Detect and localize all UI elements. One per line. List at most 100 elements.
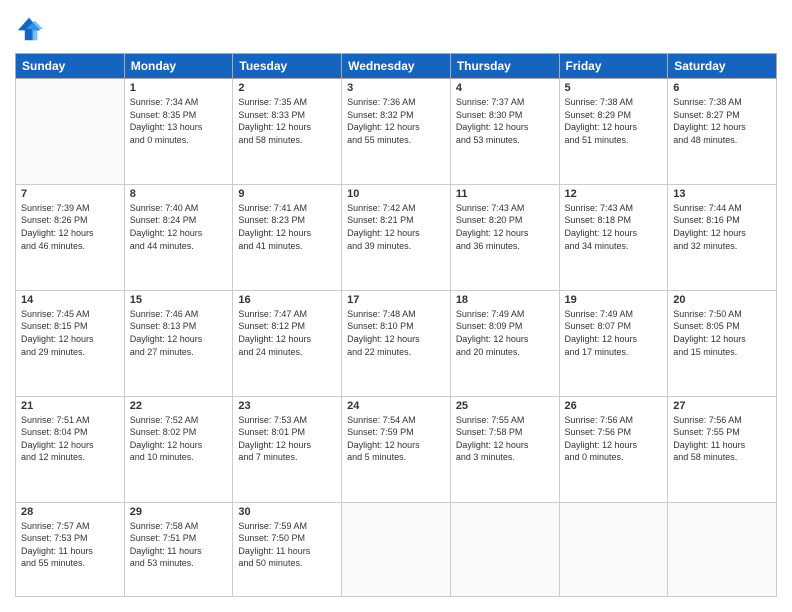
calendar-cell xyxy=(450,502,559,597)
weekday-header-row: SundayMondayTuesdayWednesdayThursdayFrid… xyxy=(16,54,777,79)
day-number: 30 xyxy=(238,506,336,518)
calendar-cell: 14 Sunrise: 7:45 AMSunset: 8:15 PMDayligh… xyxy=(16,290,125,396)
day-info: Sunrise: 7:48 AMSunset: 8:10 PMDaylight:… xyxy=(347,308,445,358)
weekday-header-sunday: Sunday xyxy=(16,54,125,79)
day-info: Sunrise: 7:56 AMSunset: 7:56 PMDaylight:… xyxy=(565,414,663,464)
day-number: 21 xyxy=(21,400,119,412)
calendar-cell: 3 Sunrise: 7:36 AMSunset: 8:32 PMDaylight… xyxy=(342,79,451,185)
day-info: Sunrise: 7:54 AMSunset: 7:59 PMDaylight:… xyxy=(347,414,445,464)
page: SundayMondayTuesdayWednesdayThursdayFrid… xyxy=(0,0,792,612)
weekday-header-friday: Friday xyxy=(559,54,668,79)
calendar-cell: 28 Sunrise: 7:57 AMSunset: 7:53 PMDayligh… xyxy=(16,502,125,597)
day-info: Sunrise: 7:49 AMSunset: 8:07 PMDaylight:… xyxy=(565,308,663,358)
day-number: 2 xyxy=(238,82,336,94)
calendar-cell: 18 Sunrise: 7:49 AMSunset: 8:09 PMDayligh… xyxy=(450,290,559,396)
calendar-cell: 16 Sunrise: 7:47 AMSunset: 8:12 PMDayligh… xyxy=(233,290,342,396)
calendar-cell: 20Sunrise: 7:50 AMSunset: 8:05 PMDayligh… xyxy=(668,290,777,396)
day-number: 18 xyxy=(456,294,554,306)
weekday-header-tuesday: Tuesday xyxy=(233,54,342,79)
calendar-cell: 10 Sunrise: 7:42 AMSunset: 8:21 PMDayligh… xyxy=(342,184,451,290)
day-number: 3 xyxy=(347,82,445,94)
calendar-cell: 13 Sunrise: 7:44 AMSunset: 8:16 PMDayligh… xyxy=(668,184,777,290)
day-number: 10 xyxy=(347,188,445,200)
day-info: Sunrise: 7:34 AMSunset: 8:35 PMDaylight:… xyxy=(130,96,228,146)
calendar-cell xyxy=(16,79,125,185)
day-number: 23 xyxy=(238,400,336,412)
calendar-cell: 27 Sunrise: 7:56 AMSunset: 7:55 PMDayligh… xyxy=(668,396,777,502)
day-number: 25 xyxy=(456,400,554,412)
day-info: Sunrise: 7:36 AMSunset: 8:32 PMDaylight:… xyxy=(347,96,445,146)
day-info: Sunrise: 7:49 AMSunset: 8:09 PMDaylight:… xyxy=(456,308,554,358)
day-number: 19 xyxy=(565,294,663,306)
day-number: 7 xyxy=(21,188,119,200)
day-info: Sunrise: 7:53 AMSunset: 8:01 PMDaylight:… xyxy=(238,414,336,464)
day-info: Sunrise: 7:47 AMSunset: 8:12 PMDaylight:… xyxy=(238,308,336,358)
day-number: 9 xyxy=(238,188,336,200)
calendar-cell: 2 Sunrise: 7:35 AMSunset: 8:33 PMDaylight… xyxy=(233,79,342,185)
calendar-cell: 7Sunrise: 7:39 AMSunset: 8:26 PMDaylight… xyxy=(16,184,125,290)
calendar-cell: 15 Sunrise: 7:46 AMSunset: 8:13 PMDayligh… xyxy=(124,290,233,396)
weekday-header-saturday: Saturday xyxy=(668,54,777,79)
logo-icon xyxy=(15,15,43,43)
calendar-cell: 6Sunrise: 7:38 AMSunset: 8:27 PMDaylight… xyxy=(668,79,777,185)
weekday-header-thursday: Thursday xyxy=(450,54,559,79)
calendar-cell xyxy=(559,502,668,597)
day-info: Sunrise: 7:38 AMSunset: 8:29 PMDaylight:… xyxy=(565,96,663,146)
day-number: 29 xyxy=(130,506,228,518)
day-number: 12 xyxy=(565,188,663,200)
calendar-cell: 24 Sunrise: 7:54 AMSunset: 7:59 PMDayligh… xyxy=(342,396,451,502)
calendar-cell: 5 Sunrise: 7:38 AMSunset: 8:29 PMDaylight… xyxy=(559,79,668,185)
day-info: Sunrise: 7:43 AMSunset: 8:18 PMDaylight:… xyxy=(565,202,663,252)
day-number: 16 xyxy=(238,294,336,306)
calendar-cell: 29 Sunrise: 7:58 AMSunset: 7:51 PMDayligh… xyxy=(124,502,233,597)
calendar-cell: 9 Sunrise: 7:41 AMSunset: 8:23 PMDaylight… xyxy=(233,184,342,290)
day-info: Sunrise: 7:41 AMSunset: 8:23 PMDaylight:… xyxy=(238,202,336,252)
day-number: 11 xyxy=(456,188,554,200)
day-info: Sunrise: 7:37 AMSunset: 8:30 PMDaylight:… xyxy=(456,96,554,146)
day-number: 4 xyxy=(456,82,554,94)
calendar-row-3: 21 Sunrise: 7:51 AMSunset: 8:04 PMDayligh… xyxy=(16,396,777,502)
calendar-cell: 11Sunrise: 7:43 AMSunset: 8:20 PMDayligh… xyxy=(450,184,559,290)
day-number: 20 xyxy=(673,294,771,306)
calendar-cell: 21 Sunrise: 7:51 AMSunset: 8:04 PMDayligh… xyxy=(16,396,125,502)
day-info: Sunrise: 7:51 AMSunset: 8:04 PMDaylight:… xyxy=(21,414,119,464)
calendar-cell: 19 Sunrise: 7:49 AMSunset: 8:07 PMDayligh… xyxy=(559,290,668,396)
day-number: 13 xyxy=(673,188,771,200)
day-number: 24 xyxy=(347,400,445,412)
day-info: Sunrise: 7:42 AMSunset: 8:21 PMDaylight:… xyxy=(347,202,445,252)
calendar-row-4: 28 Sunrise: 7:57 AMSunset: 7:53 PMDayligh… xyxy=(16,502,777,597)
day-info: Sunrise: 7:55 AMSunset: 7:58 PMDaylight:… xyxy=(456,414,554,464)
day-number: 26 xyxy=(565,400,663,412)
calendar-cell: 25 Sunrise: 7:55 AMSunset: 7:58 PMDayligh… xyxy=(450,396,559,502)
day-info: Sunrise: 7:57 AMSunset: 7:53 PMDaylight:… xyxy=(21,520,119,570)
day-number: 15 xyxy=(130,294,228,306)
calendar-cell: 8 Sunrise: 7:40 AMSunset: 8:24 PMDaylight… xyxy=(124,184,233,290)
day-info: Sunrise: 7:45 AMSunset: 8:15 PMDaylight:… xyxy=(21,308,119,358)
calendar-cell: 17Sunrise: 7:48 AMSunset: 8:10 PMDayligh… xyxy=(342,290,451,396)
day-info: Sunrise: 7:40 AMSunset: 8:24 PMDaylight:… xyxy=(130,202,228,252)
calendar-cell: 30 Sunrise: 7:59 AMSunset: 7:50 PMDayligh… xyxy=(233,502,342,597)
day-info: Sunrise: 7:56 AMSunset: 7:55 PMDaylight:… xyxy=(673,414,771,464)
day-info: Sunrise: 7:44 AMSunset: 8:16 PMDaylight:… xyxy=(673,202,771,252)
day-number: 27 xyxy=(673,400,771,412)
calendar-row-0: 1 Sunrise: 7:34 AMSunset: 8:35 PMDaylight… xyxy=(16,79,777,185)
calendar: SundayMondayTuesdayWednesdayThursdayFrid… xyxy=(15,53,777,597)
header xyxy=(15,15,777,43)
day-number: 14 xyxy=(21,294,119,306)
day-number: 8 xyxy=(130,188,228,200)
day-info: Sunrise: 7:35 AMSunset: 8:33 PMDaylight:… xyxy=(238,96,336,146)
day-number: 28 xyxy=(21,506,119,518)
day-number: 1 xyxy=(130,82,228,94)
calendar-row-1: 7Sunrise: 7:39 AMSunset: 8:26 PMDaylight… xyxy=(16,184,777,290)
calendar-cell: 1 Sunrise: 7:34 AMSunset: 8:35 PMDaylight… xyxy=(124,79,233,185)
calendar-cell: 12 Sunrise: 7:43 AMSunset: 8:18 PMDayligh… xyxy=(559,184,668,290)
day-number: 5 xyxy=(565,82,663,94)
calendar-cell: 22Sunrise: 7:52 AMSunset: 8:02 PMDayligh… xyxy=(124,396,233,502)
day-info: Sunrise: 7:58 AMSunset: 7:51 PMDaylight:… xyxy=(130,520,228,570)
day-number: 22 xyxy=(130,400,228,412)
logo xyxy=(15,15,47,43)
day-info: Sunrise: 7:46 AMSunset: 8:13 PMDaylight:… xyxy=(130,308,228,358)
weekday-header-monday: Monday xyxy=(124,54,233,79)
calendar-cell: 4 Sunrise: 7:37 AMSunset: 8:30 PMDaylight… xyxy=(450,79,559,185)
day-info: Sunrise: 7:59 AMSunset: 7:50 PMDaylight:… xyxy=(238,520,336,570)
